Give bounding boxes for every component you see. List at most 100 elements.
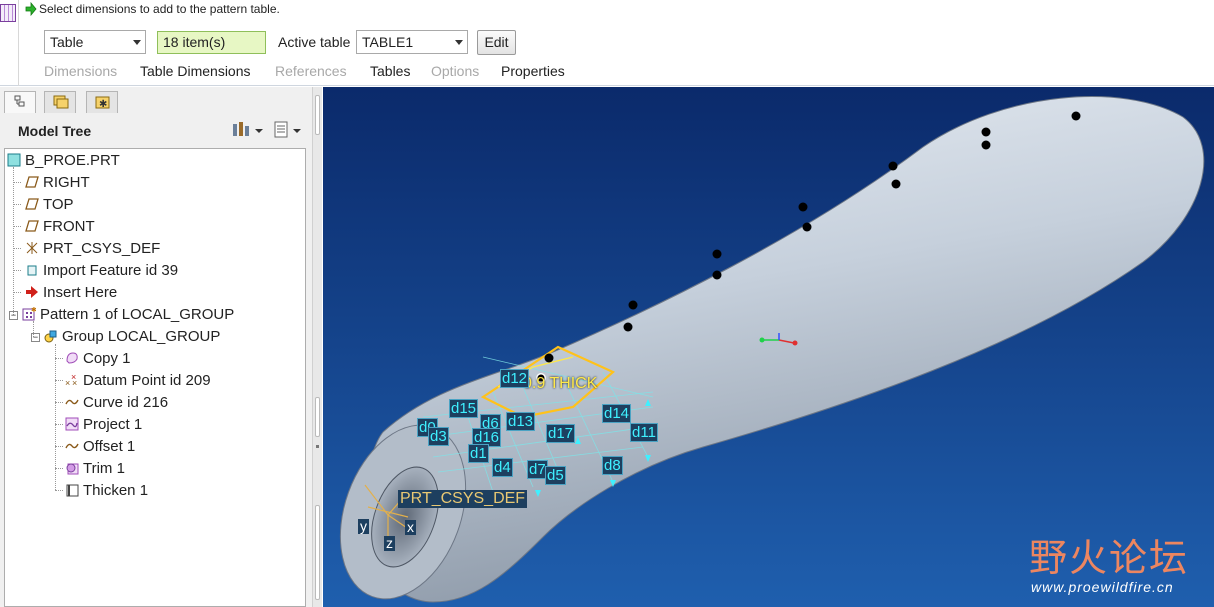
- folder-browser-tab[interactable]: [44, 91, 76, 113]
- tree-item-csys[interactable]: PRT_CSYS_DEF: [25, 239, 160, 259]
- tree-item-label: PRT_CSYS_DEF: [43, 240, 161, 257]
- csys-label[interactable]: PRT_CSYS_DEF: [398, 490, 528, 508]
- navigator-panel: ✱ Model Tree B_PROE.PRT RIGHT TOP FRONT …: [0, 87, 322, 607]
- navigator-tabs: ✱: [0, 87, 322, 115]
- tree-item-thicken[interactable]: Thicken 1: [65, 481, 148, 501]
- offset-icon: [65, 443, 79, 449]
- curve-icon: [65, 399, 79, 405]
- model-tree-icon: [14, 95, 25, 107]
- dimension-d4[interactable]: d4: [492, 458, 513, 477]
- collapse-toggle-icon[interactable]: −: [31, 333, 40, 342]
- tree-item-part[interactable]: B_PROE.PRT: [7, 151, 120, 171]
- active-table-select[interactable]: TABLE1: [356, 30, 468, 54]
- tree-item-label: Datum Point id 209: [83, 372, 211, 389]
- tab-options[interactable]: Options: [431, 63, 479, 79]
- copy-icon: [66, 352, 78, 364]
- watermark-url: www.proewildfire.cn: [1031, 579, 1174, 595]
- dashboard-divider: [18, 0, 19, 86]
- model-tree-tab[interactable]: [4, 91, 36, 113]
- tab-references[interactable]: References: [275, 63, 347, 79]
- item-count-field[interactable]: 18 item(s): [157, 31, 266, 54]
- project-icon: [65, 417, 79, 431]
- svg-text:×: ×: [72, 378, 77, 387]
- trim-icon: [66, 463, 79, 475]
- tree-item-offset[interactable]: Offset 1: [65, 437, 135, 457]
- tree-filters-icon[interactable]: [274, 121, 301, 138]
- dimension-d12[interactable]: d12: [500, 369, 530, 388]
- graphics-window[interactable]: 0.9 THICK d12 d15 d6 d13 d0 d3 d16 d17 d…: [323, 87, 1214, 607]
- datum-point-icon: ×××: [65, 373, 77, 387]
- watermark-title: 野火论坛: [1029, 536, 1190, 580]
- message-arrow-icon: [25, 2, 37, 16]
- tree-item-group[interactable]: − Group LOCAL_GROUP: [31, 327, 220, 347]
- tree-item-front[interactable]: FRONT: [25, 217, 95, 237]
- insert-here-arrow-icon: [26, 286, 38, 298]
- edit-button[interactable]: Edit: [477, 30, 516, 55]
- dimension-d1[interactable]: d1: [468, 444, 489, 463]
- tree-item-label: RIGHT: [43, 174, 90, 191]
- tree-item-copy[interactable]: Copy 1: [65, 349, 131, 369]
- dimension-d17[interactable]: d17: [546, 424, 576, 443]
- part-icon: [7, 153, 21, 167]
- chevron-down-icon: [455, 40, 463, 45]
- folder-browser-icon: [53, 95, 69, 109]
- tree-item-label: Thicken 1: [83, 482, 149, 499]
- tree-item-label: Pattern 1 of LOCAL_GROUP: [40, 306, 235, 323]
- tree-item-label: Insert Here: [43, 284, 118, 301]
- dimension-d3[interactable]: d3: [428, 427, 449, 446]
- favorites-folder-icon: ✱: [95, 96, 110, 110]
- tab-table-dimensions[interactable]: Table Dimensions: [140, 63, 251, 79]
- thickness-label[interactable]: 0.9 THICK: [523, 375, 597, 393]
- tab-properties[interactable]: Properties: [501, 63, 565, 79]
- model-tree-panel: B_PROE.PRT RIGHT TOP FRONT PRT_CSYS_DEF …: [4, 148, 306, 607]
- tree-item-import-feature[interactable]: Import Feature id 39: [25, 261, 178, 281]
- svg-text:×: ×: [65, 378, 70, 387]
- dimension-d13[interactable]: d13: [506, 412, 536, 431]
- tree-item-label: Trim 1: [83, 460, 125, 477]
- datum-plane-icon: [25, 198, 39, 210]
- tree-item-label: TOP: [43, 196, 74, 213]
- tree-item-label: Copy 1: [83, 350, 131, 367]
- axis-label-x: x: [405, 519, 416, 535]
- tree-item-project[interactable]: Project 1: [65, 415, 142, 435]
- tree-item-top[interactable]: TOP: [25, 195, 74, 215]
- pattern-icon: ✱: [22, 307, 36, 321]
- datum-plane-icon: [25, 220, 39, 232]
- tree-item-datum-point[interactable]: × × × Datum Point id 209: [65, 371, 211, 391]
- model-tree-title: Model Tree: [18, 123, 92, 139]
- tab-tables[interactable]: Tables: [370, 63, 410, 79]
- dimension-d8[interactable]: d8: [602, 456, 623, 475]
- svg-text:✱: ✱: [31, 307, 36, 314]
- tree-settings-icon[interactable]: [233, 122, 263, 136]
- tree-item-label: Curve id 216: [83, 394, 169, 411]
- tree-item-label: FRONT: [43, 218, 95, 235]
- pattern-table-icon: [0, 4, 16, 22]
- dimension-d5[interactable]: d5: [545, 466, 566, 485]
- dimension-d14[interactable]: d14: [602, 404, 632, 423]
- pattern-type-select[interactable]: Table: [44, 30, 146, 54]
- tree-item-insert-here[interactable]: Insert Here: [25, 283, 117, 303]
- dimension-d15[interactable]: d15: [449, 399, 479, 418]
- collapse-toggle-icon[interactable]: −: [9, 311, 18, 320]
- tree-item-trim[interactable]: Trim 1: [65, 459, 125, 479]
- dimension-d11[interactable]: d11: [630, 423, 658, 442]
- tree-item-label: Group LOCAL_GROUP: [62, 328, 221, 345]
- active-table-value: TABLE1: [362, 34, 414, 50]
- tree-tools: [233, 120, 305, 143]
- favorites-tab[interactable]: ✱: [86, 91, 118, 113]
- tree-item-pattern[interactable]: − ✱ Pattern 1 of LOCAL_GROUP: [9, 305, 234, 325]
- tab-dimensions[interactable]: Dimensions: [44, 63, 117, 79]
- pattern-dashboard: Select dimensions to add to the pattern …: [0, 0, 1214, 86]
- datum-plane-icon: [25, 176, 39, 188]
- group-icon: [44, 330, 57, 343]
- active-table-label: Active table: [278, 34, 351, 50]
- axis-label-y: y: [358, 518, 369, 534]
- tree-item-label: Offset 1: [83, 438, 136, 455]
- tree-item-curve[interactable]: Curve id 216: [65, 393, 168, 413]
- pattern-type-value: Table: [50, 34, 84, 50]
- navigator-splitter[interactable]: [312, 87, 322, 607]
- tree-item-label: Project 1: [83, 416, 143, 433]
- axis-label-z: z: [384, 535, 395, 551]
- tree-item-right[interactable]: RIGHT: [25, 173, 90, 193]
- thicken-icon: [66, 484, 79, 497]
